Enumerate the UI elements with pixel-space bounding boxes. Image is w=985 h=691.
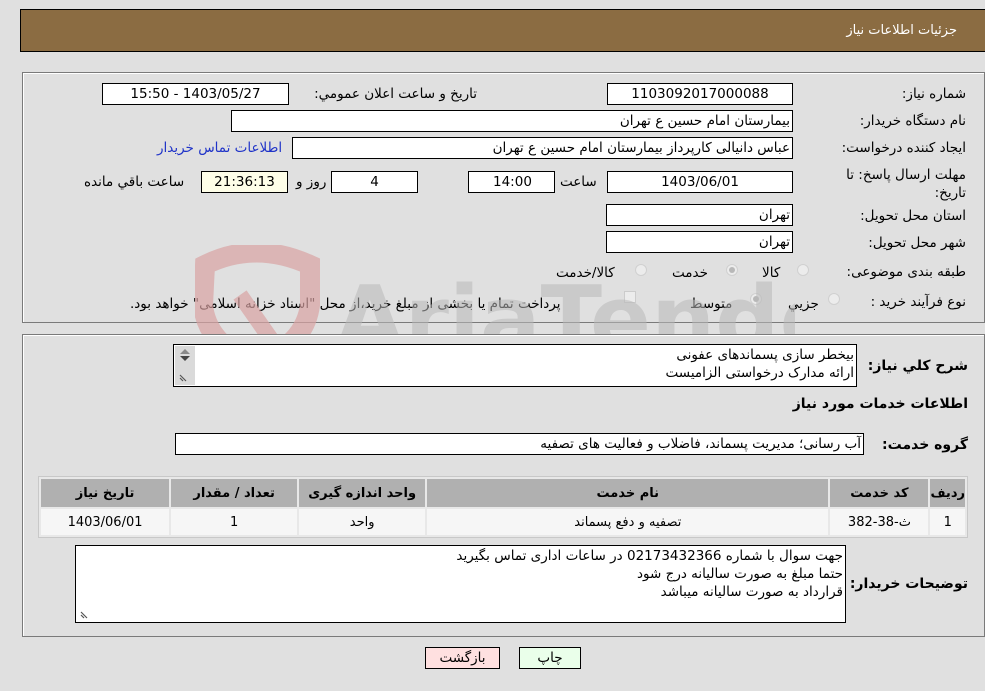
time-remaining-label: ساعت باقي مانده (84, 174, 185, 190)
need-number-label: شماره نیاز: (901, 86, 966, 102)
scroll-up-icon[interactable] (180, 349, 190, 354)
province-field[interactable]: تهران (606, 204, 793, 226)
cell-quantity: 1 (171, 509, 298, 535)
buyer-notes-line: قرارداد به صورت سالیانه میباشد (660, 584, 843, 600)
cell-need-date: 1403/06/01 (41, 509, 170, 535)
buyer-org-label: نام دستگاه خريدار: (859, 113, 966, 129)
category-radio-goods[interactable] (797, 264, 809, 276)
description-line: بیخطر سازی پسماندهای عفونی (676, 347, 854, 363)
description-label: شرح كلي نياز: (867, 358, 968, 374)
deadline-label: مهلت ارسال پاسخ: تا تاریخ: (846, 167, 966, 201)
description-scrollbar[interactable] (175, 346, 195, 385)
purchase-radio-minor[interactable] (828, 293, 840, 305)
category-radio-service[interactable] (726, 264, 738, 276)
time-remaining-field: 21:36:13 (201, 171, 288, 193)
requester-label: ايجاد کننده درخواست: (841, 140, 966, 156)
city-field[interactable]: تهران (606, 231, 793, 253)
purchase-radio-medium[interactable] (750, 293, 762, 305)
page-title: جزئیات اطلاعات نیاز (846, 23, 957, 38)
col-header-service-code: کد خدمت (830, 479, 929, 507)
col-header-unit: واحد اندازه گيری (299, 479, 426, 507)
category-option-goods-service: کالا/خدمت (556, 265, 615, 281)
purchase-type-label: نوع فرآيند خريد : (870, 294, 966, 310)
province-label: استان محل تحویل: (860, 208, 966, 224)
cell-service-code: ث-38-382 (830, 509, 929, 535)
description-textarea[interactable]: بیخطر سازی پسماندهای عفونی ارائه مدارک د… (173, 344, 857, 387)
resize-grip-icon[interactable] (179, 372, 189, 382)
category-radio-goods-service[interactable] (635, 264, 647, 276)
announce-datetime-label: تاریخ و ساعت اعلان عمومي: (314, 86, 477, 102)
category-label: طبقه بندی موضوعی: (846, 264, 966, 280)
requester-field[interactable]: عباس دانیالی کارپرداز بیمارستان امام حسی… (292, 137, 793, 159)
purchase-option-medium: متوسط (690, 296, 733, 312)
col-header-service-name: نام خدمت (427, 479, 829, 507)
cell-service-name: تصفیه و دفع پسماند (427, 509, 829, 535)
buyer-org-field[interactable]: بیمارستان امام حسین ع تهران (231, 110, 793, 132)
category-option-goods: کالا (762, 265, 781, 281)
days-label: روز و (296, 174, 327, 190)
back-button[interactable]: بازگشت (425, 647, 500, 669)
days-remaining-field: 4 (331, 171, 418, 193)
buyer-notes-textarea[interactable]: جهت سوال با شماره 02173432366 در ساعات ا… (75, 545, 846, 623)
cell-unit: واحد (299, 509, 426, 535)
buyer-notes-line: جهت سوال با شماره 02173432366 در ساعات ا… (456, 548, 843, 564)
scroll-down-icon[interactable] (180, 356, 190, 361)
table-row: 1 ث-38-382 تصفیه و دفع پسماند واحد 1 140… (41, 509, 965, 535)
buyer-notes-label: توضيحات خريدار: (849, 576, 968, 592)
service-group-label: گروه خدمت: (882, 437, 968, 453)
purchase-option-minor: جزيي (788, 296, 819, 312)
service-group-field: آب رسانی؛ مدیریت پسماند، فاضلاب و فعالیت… (175, 433, 864, 455)
description-line: ارائه مدارک درخواستی الزامیست (665, 365, 854, 381)
deadline-time-field[interactable]: 14:00 (468, 171, 555, 193)
treasury-checkbox-label: پرداخت تمام يا بخشی از مبلغ خريد،از محل … (130, 296, 561, 312)
cell-row-number: 1 (930, 509, 965, 535)
col-header-need-date: تاریخ نیاز (41, 479, 170, 507)
category-option-service: خدمت (672, 265, 708, 281)
col-header-row-number: رديف (930, 479, 965, 507)
table-header-row: رديف کد خدمت نام خدمت واحد اندازه گيری ت… (41, 479, 965, 507)
announce-datetime-field[interactable]: 1403/05/27 - 15:50 (102, 83, 289, 105)
col-header-quantity: تعداد / مقدار (171, 479, 298, 507)
buyer-notes-line: حتما مبلغ به صورت سالیانه درج شود (637, 566, 843, 582)
services-section-title: اطلاعات خدمات مورد نياز (792, 396, 968, 412)
buyer-contact-link[interactable]: اطلاعات تماس خريدار (157, 140, 282, 156)
city-label: شهر محل تحویل: (868, 235, 966, 251)
print-button[interactable]: چاپ (519, 647, 581, 669)
deadline-date-field[interactable]: 1403/06/01 (607, 171, 793, 193)
treasury-checkbox[interactable] (624, 291, 636, 303)
need-number-field[interactable]: 1103092017000088 (607, 83, 793, 105)
services-table: رديف کد خدمت نام خدمت واحد اندازه گيری ت… (38, 476, 968, 538)
resize-grip-icon[interactable] (80, 609, 90, 619)
deadline-time-label: ساعت (560, 174, 597, 190)
page-header: جزئیات اطلاعات نیاز (20, 9, 985, 52)
